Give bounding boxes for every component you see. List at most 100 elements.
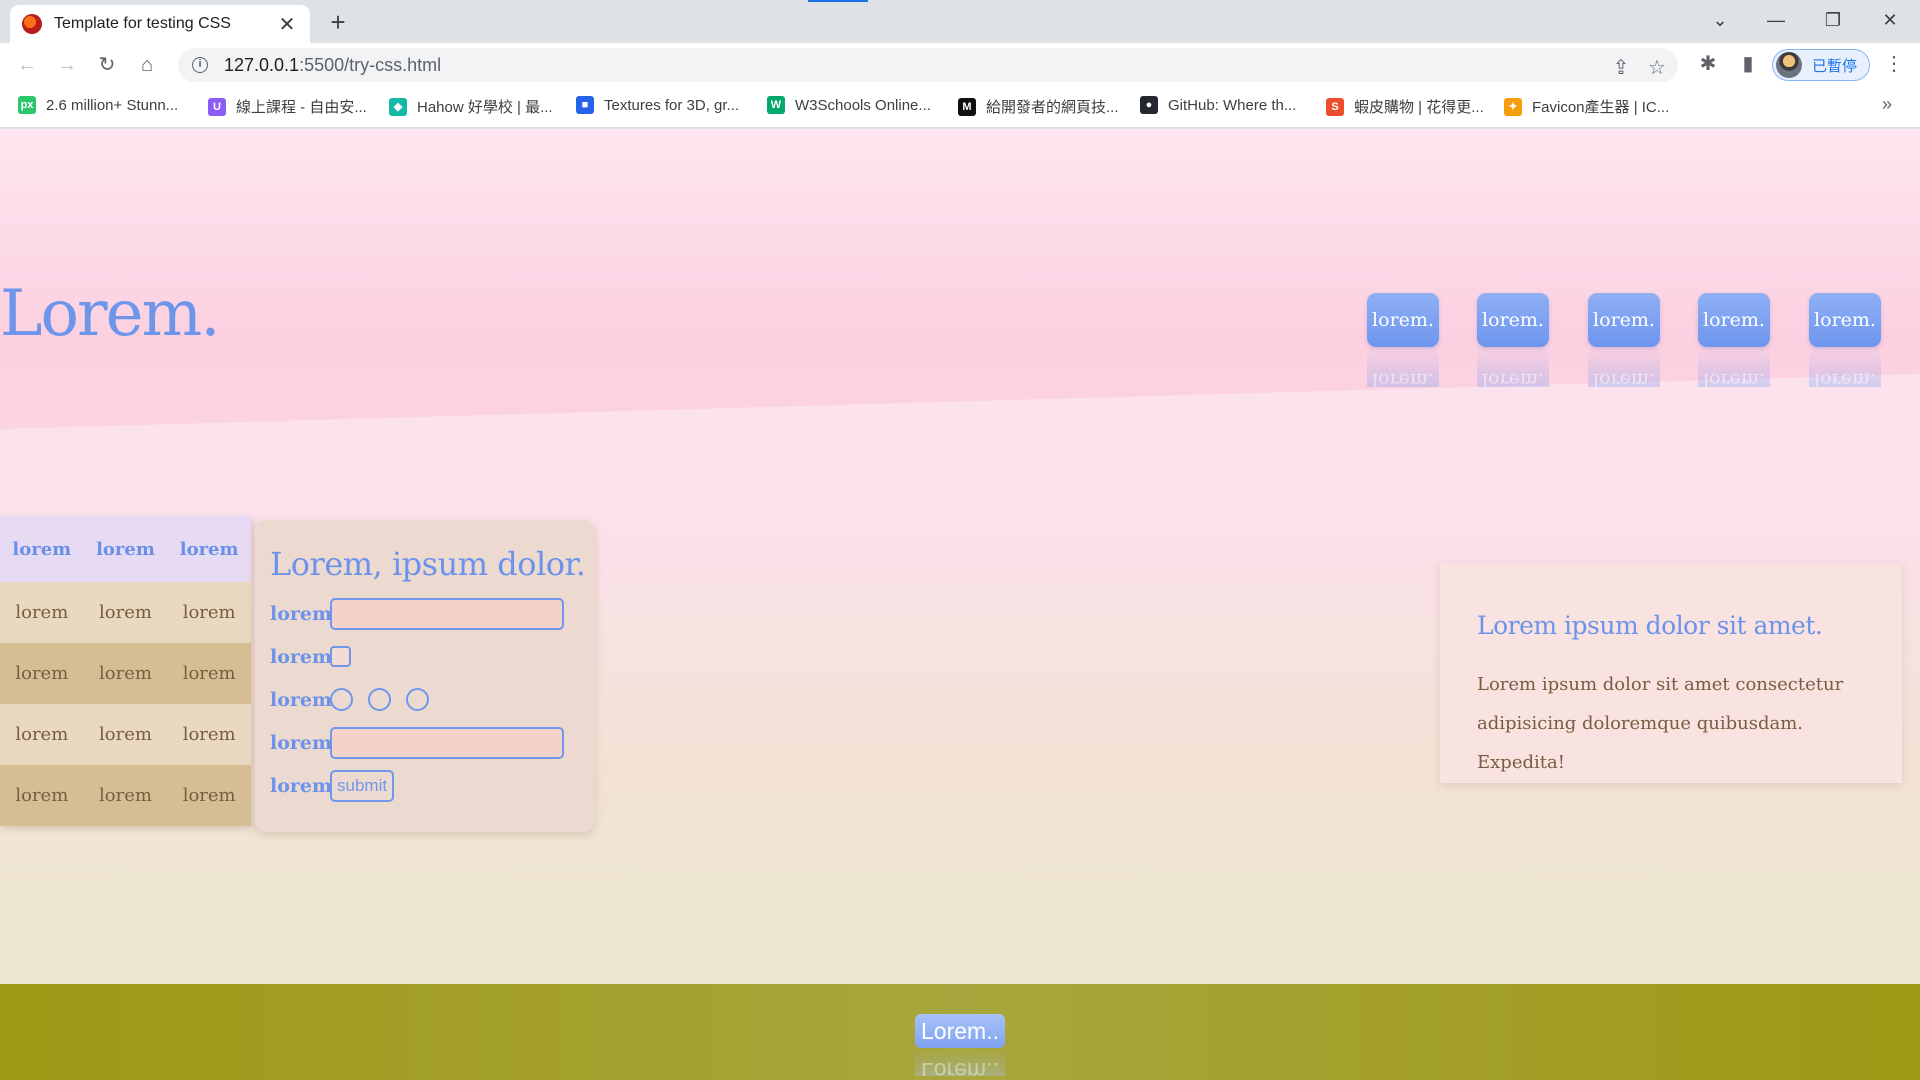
new-tab-icon[interactable]: +: [323, 7, 353, 37]
nav-link-reflection: lorem.: [1588, 347, 1660, 387]
table-header-cell: lorem: [167, 516, 251, 582]
home-icon[interactable]: ⌂: [132, 51, 162, 79]
data-table: lorem lorem lorem lorem lorem lorem lorem lorem…: [0, 516, 251, 826]
info-card: Lorem ipsum dolor sit amet. Lorem ipsum …: [1440, 563, 1902, 783]
loading-indicator: [808, 0, 868, 2]
forward-arrow-icon[interactable]: →: [52, 51, 82, 79]
bookmark-label: 蝦皮購物 | 花得更...: [1354, 99, 1484, 116]
extensions-puzzle-icon[interactable]: ✱: [1694, 50, 1722, 78]
radio-2[interactable]: [368, 688, 391, 711]
bookmark-item[interactable]: S 蝦皮購物 | 花得更...: [1326, 96, 1484, 117]
bookmarks-bar: » px 2.6 million+ Stunn... U 線上課程 - 自由安... ◆…: [0, 86, 1920, 128]
reload-icon[interactable]: ↻: [92, 51, 122, 79]
table-cell: lorem: [167, 765, 251, 826]
bookmark-item[interactable]: ■ Textures for 3D, gr...: [576, 96, 739, 114]
text-input-2[interactable]: [330, 726, 564, 759]
bookmark-item[interactable]: W W3Schools Online...: [767, 96, 931, 114]
bookmark-item[interactable]: M 給開發者的網頁技...: [958, 96, 1119, 117]
bookmark-item[interactable]: U 線上課程 - 自由安...: [208, 96, 367, 117]
bookmark-star-icon[interactable]: ☆: [1644, 55, 1670, 80]
close-tab-icon[interactable]: ✕: [276, 12, 298, 37]
site-info-icon[interactable]: i: [192, 57, 208, 73]
footer-button-reflection: Lorem..: [915, 1048, 1005, 1076]
bookmark-label: Favicon產生器 | IC...: [1532, 99, 1670, 116]
nav-link-reflection: lorem.: [1698, 347, 1770, 387]
back-arrow-icon[interactable]: ←: [12, 51, 42, 79]
submit-button[interactable]: submit: [330, 769, 395, 802]
radio-3[interactable]: [406, 688, 429, 711]
minimize-icon[interactable]: —: [1756, 6, 1796, 34]
bookmark-item[interactable]: px 2.6 million+ Stunn...: [18, 96, 178, 114]
share-icon[interactable]: ⇪: [1608, 55, 1634, 80]
table-cell: lorem: [0, 704, 84, 765]
page-footer: Lorem.. Lorem..: [0, 984, 1920, 1080]
footer-button[interactable]: Lorem..: [915, 1014, 1005, 1048]
table-cell: lorem: [167, 582, 251, 643]
tab-strip: Template for testing CSS ✕ + ⌄ — ❐ ✕: [0, 0, 1920, 43]
table-header-cell: lorem: [0, 516, 84, 582]
page-favicon-icon: [22, 14, 42, 34]
github-icon: ●: [1140, 96, 1158, 114]
bookmark-item[interactable]: ● GitHub: Where th...: [1140, 96, 1296, 114]
nav-link-2[interactable]: lorem.: [1477, 293, 1549, 347]
nav-link-reflection: lorem.: [1809, 347, 1881, 387]
form-label: lorem: [270, 645, 333, 668]
bookmark-label: 給開發者的網頁技...: [986, 99, 1119, 116]
form-title: Lorem, ipsum dolor.: [270, 545, 586, 583]
bookmark-label: W3Schools Online...: [795, 96, 931, 114]
profile-button[interactable]: 已暫停: [1772, 49, 1870, 81]
checkbox[interactable]: [330, 646, 351, 667]
form-row-radios: lorem: [270, 678, 595, 721]
browser-toolbar: ← → ↻ ⌂ i 127.0.0.1:5500/try-css.html ⇪ …: [0, 43, 1920, 86]
tab-search-icon[interactable]: ⌄: [1700, 6, 1740, 34]
bookmark-label: Hahow 好學校 | 最...: [417, 99, 553, 116]
table-row: lorem lorem lorem: [0, 643, 251, 704]
bookmark-item[interactable]: ✦ Favicon產生器 | IC...: [1504, 96, 1669, 117]
more-bookmarks-icon[interactable]: »: [1882, 94, 1892, 115]
side-panel-icon[interactable]: ▮: [1734, 50, 1762, 78]
table-header-cell: lorem: [83, 516, 168, 582]
w3schools-icon: W: [767, 96, 785, 114]
page-viewport: Lorem. lorem. lorem. lorem. lorem. lorem. lor…: [0, 129, 1920, 1080]
form-card: Lorem, ipsum dolor. lorem lorem lorem lo…: [255, 520, 595, 832]
table-cell: lorem: [0, 765, 84, 826]
nav-link-reflection: lorem.: [1367, 347, 1439, 387]
restore-icon[interactable]: ❐: [1813, 6, 1853, 34]
table-row: lorem lorem lorem: [0, 582, 251, 643]
avatar: [1776, 52, 1802, 78]
bookmark-item[interactable]: ◆ Hahow 好學校 | 最...: [389, 96, 553, 117]
shopee-icon: S: [1326, 97, 1344, 116]
table-cell: lorem: [167, 704, 251, 765]
table-cell: lorem: [83, 582, 168, 643]
bookmark-label: GitHub: Where th...: [1168, 96, 1297, 114]
bookmark-label: 線上課程 - 自由安...: [236, 99, 367, 116]
form-row-text-1: lorem: [270, 592, 595, 635]
table-header-row: lorem lorem lorem: [0, 516, 251, 582]
close-window-icon[interactable]: ✕: [1870, 6, 1910, 34]
nav-link-5[interactable]: lorem.: [1809, 293, 1881, 347]
menu-kebab-icon[interactable]: ⋮: [1880, 50, 1908, 78]
hahow-u-icon: U: [208, 97, 226, 116]
nav-link-3[interactable]: lorem.: [1588, 293, 1660, 347]
form-label: lorem: [270, 731, 333, 754]
form-row-text-2: lorem: [270, 721, 595, 764]
table-cell: lorem: [83, 704, 168, 765]
browser-tab[interactable]: Template for testing CSS ✕: [10, 5, 310, 43]
table-cell: lorem: [0, 643, 84, 704]
nav-link-1[interactable]: lorem.: [1367, 293, 1439, 347]
bookmark-label: 2.6 million+ Stunn...: [46, 96, 179, 114]
table-row: lorem lorem lorem: [0, 704, 251, 765]
radio-1[interactable]: [330, 688, 353, 711]
hahow-icon: ◆: [389, 97, 407, 116]
mdn-icon: M: [958, 97, 976, 116]
address-bar[interactable]: i 127.0.0.1:5500/try-css.html ⇪ ☆: [178, 48, 1678, 82]
table-row: lorem lorem lorem: [0, 765, 251, 826]
table-cell: lorem: [0, 582, 84, 643]
nav-link-4[interactable]: lorem.: [1698, 293, 1770, 347]
info-card-body: Lorem ipsum dolor sit amet consectetur a…: [1477, 674, 1844, 773]
text-input-1[interactable]: [330, 597, 564, 630]
bookmark-label: Textures for 3D, gr...: [604, 96, 740, 114]
table-cell: lorem: [83, 765, 168, 826]
pixabay-icon: px: [18, 96, 36, 114]
tab-title: Template for testing CSS: [54, 15, 231, 32]
